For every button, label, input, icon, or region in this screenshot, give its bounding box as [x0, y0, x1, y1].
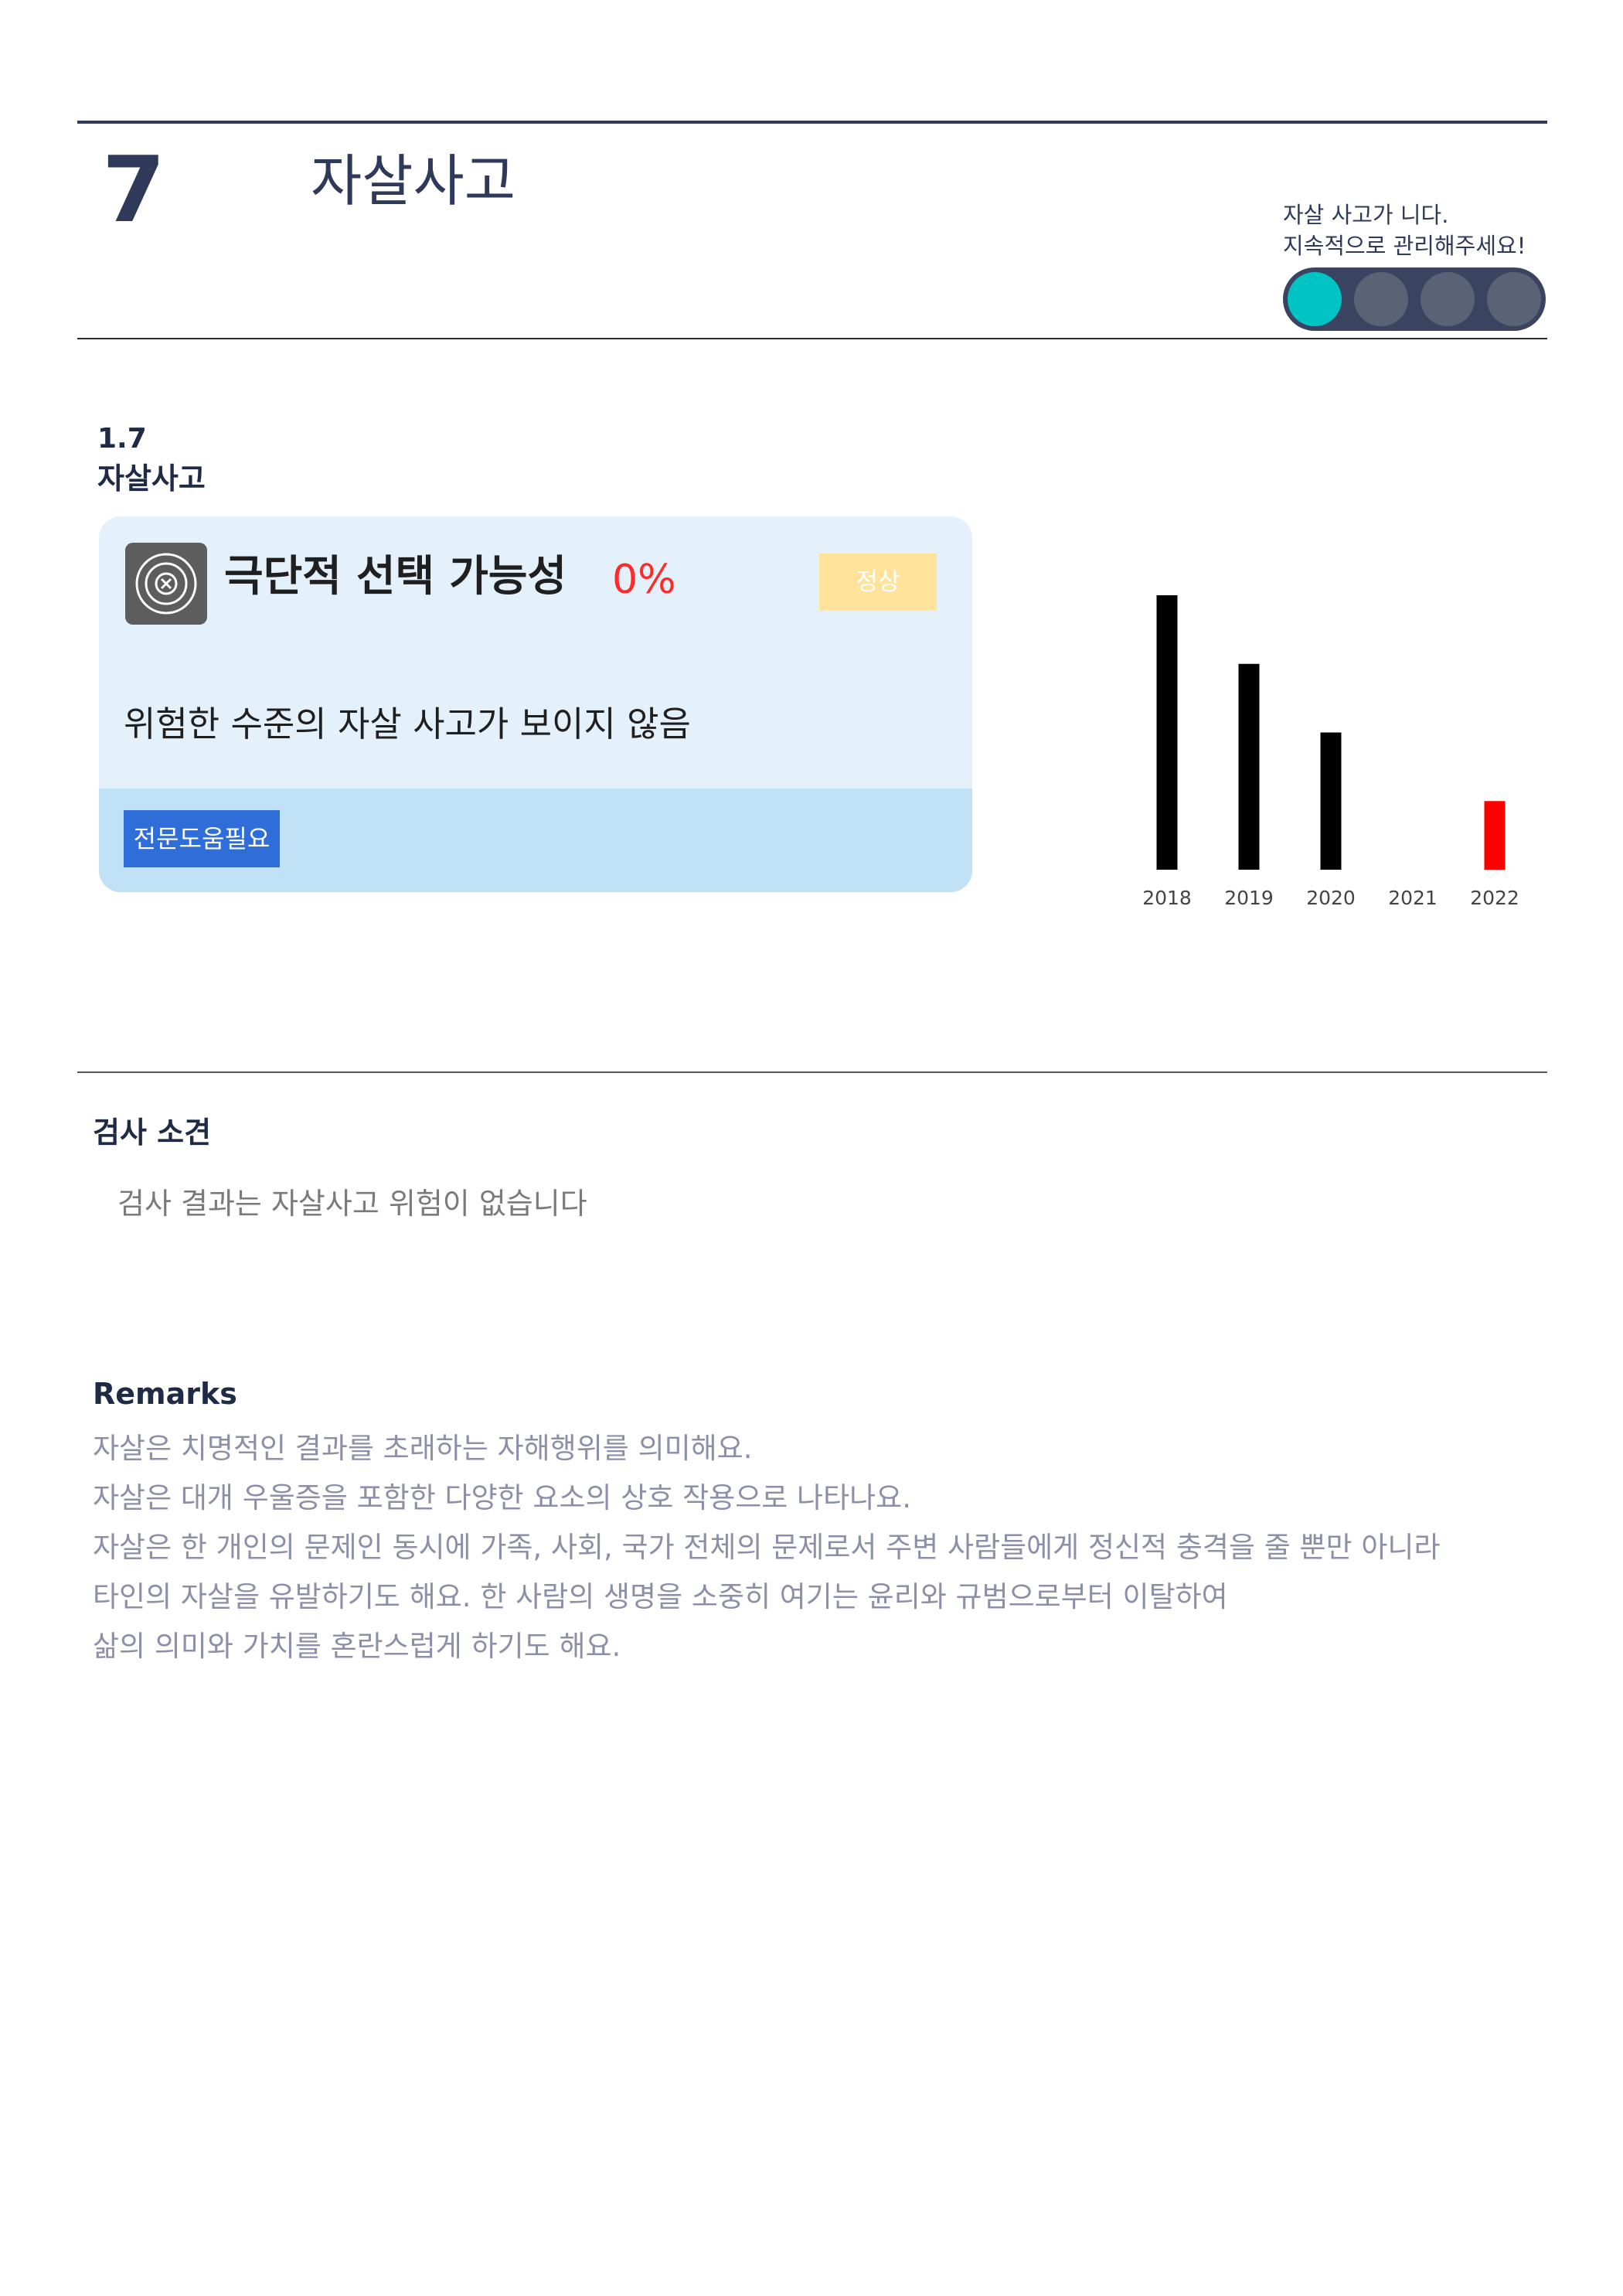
target-icon [125, 543, 207, 625]
remarks-line: 자살은 대개 우울증을 포함한 다양한 요소의 상호 작용으로 나타나요. [93, 1481, 911, 1514]
professional-help-button[interactable]: 전문도움필요 [124, 810, 280, 867]
card-title: 극단적 선택 가능성 [224, 551, 567, 601]
level-indicator [1283, 267, 1546, 331]
yearly-bar-chart: 2018 2019 2020 2021 2022 [1136, 572, 1553, 928]
level-dot-1 [1288, 272, 1342, 326]
x-tick-label-2019: 2019 [1224, 887, 1274, 909]
bar-2022 [1484, 801, 1506, 870]
risk-percent: 0% [612, 557, 676, 603]
result-card: 극단적 선택 가능성 0% 정상 위험한 수준의 자살 사고가 보이지 않음 전… [99, 516, 972, 892]
x-tick-label-2022: 2022 [1470, 887, 1519, 909]
status-message-line-1: 자살 사고가 니다. [1283, 202, 1449, 228]
x-tick-label-2021: 2021 [1388, 887, 1438, 909]
chart-canvas: 2018 2019 2020 2021 2022 [1142, 595, 1519, 909]
findings-rule [77, 1071, 1547, 1073]
chapter-title: 자살사고 [311, 148, 515, 213]
level-dot-2 [1354, 272, 1408, 326]
status-badge: 정상 [819, 554, 937, 611]
x-tick-label-2020: 2020 [1306, 887, 1356, 909]
x-tick-label-2018: 2018 [1142, 887, 1192, 909]
remarks-title: Remarks [93, 1377, 237, 1411]
level-dot-3 [1421, 272, 1475, 326]
section-number: 1.7 [97, 423, 147, 455]
header-bottom-rule [77, 338, 1547, 339]
findings-text: 검사 결과는 자살사고 위험이 없습니다 [117, 1187, 587, 1221]
header-top-rule [77, 121, 1547, 124]
bar-2018 [1156, 595, 1178, 870]
bar-2019 [1238, 663, 1260, 870]
status-message-line-2: 지속적으로 관리해주세요! [1283, 233, 1526, 259]
remarks-line: 자살은 한 개인의 문제인 동시에 가족, 사회, 국가 전체의 문제로서 주변… [93, 1531, 1441, 1564]
remarks-line: 타인의 자살을 유발하기도 해요. 한 사람의 생명을 소중히 여기는 윤리와 … [93, 1580, 1228, 1613]
findings-title: 검사 소견 [93, 1116, 212, 1150]
section-name: 자살사고 [97, 462, 206, 496]
card-description: 위험한 수준의 자살 사고가 보이지 않음 [124, 703, 691, 744]
status-message: 자살 사고가 니다. 지속적으로 관리해주세요! [1283, 199, 1546, 261]
bar-2020 [1320, 732, 1342, 870]
chapter-number: 7 [102, 136, 166, 243]
remarks-list: 자살은 치명적인 결과를 초래하는 자해행위를 의미해요. 자살은 대개 우울증… [93, 1424, 1546, 1671]
remarks-line: 자살은 치명적인 결과를 초래하는 자해행위를 의미해요. [93, 1432, 753, 1465]
remarks-line: 삶의 의미와 가치를 혼란스럽게 하기도 해요. [93, 1630, 621, 1663]
level-dot-4 [1487, 272, 1541, 326]
